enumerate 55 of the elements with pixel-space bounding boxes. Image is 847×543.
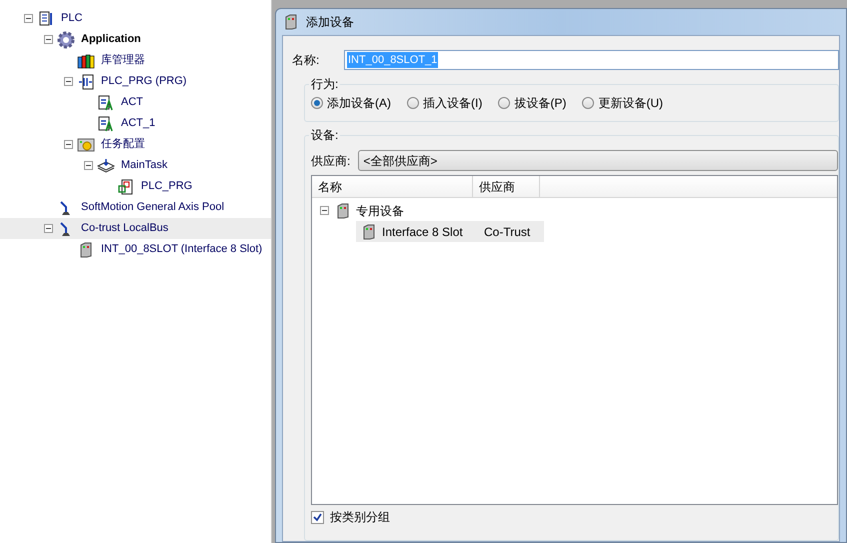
gear-icon bbox=[57, 30, 75, 48]
tree-item[interactable]: PLC_PRG (PRG) bbox=[98, 71, 190, 92]
radio-label: 添加设备(A) bbox=[327, 95, 391, 112]
radio-label: 插入设备(I) bbox=[423, 95, 482, 112]
document-icon bbox=[38, 10, 54, 26]
radio-button[interactable] bbox=[407, 97, 419, 109]
device-icon bbox=[362, 224, 376, 240]
collapse-toggle[interactable] bbox=[44, 35, 52, 44]
program-call-icon bbox=[118, 178, 134, 194]
tree-item[interactable]: SoftMotion General Axis Pool bbox=[78, 197, 228, 218]
tree-item[interactable]: PLC_PRG bbox=[138, 176, 196, 197]
books-icon bbox=[77, 52, 95, 68]
tree-item[interactable]: 库管理器 bbox=[98, 50, 148, 71]
tree-item[interactable]: ACT_1 bbox=[118, 113, 158, 134]
tree-item[interactable]: MainTask bbox=[118, 155, 170, 176]
collapse-toggle[interactable] bbox=[44, 224, 52, 233]
tree-item[interactable]: ACT bbox=[118, 92, 146, 113]
layers-icon bbox=[97, 158, 115, 174]
collapse-toggle[interactable] bbox=[64, 140, 72, 149]
device-icon bbox=[79, 242, 93, 258]
radio-button[interactable] bbox=[582, 97, 594, 109]
axis-icon bbox=[59, 220, 73, 236]
vendor-dropdown[interactable]: <全部供应商> bbox=[358, 150, 838, 171]
collapse-toggle[interactable] bbox=[64, 77, 72, 86]
program-icon bbox=[78, 74, 94, 90]
dialog-title: 添加设备 bbox=[306, 14, 354, 31]
axis-icon bbox=[59, 200, 73, 216]
collapse-toggle[interactable] bbox=[320, 206, 328, 215]
radio-label: 更新设备(U) bbox=[598, 95, 663, 112]
tree-item[interactable]: PLC bbox=[58, 8, 86, 29]
device-name: 专用设备 bbox=[356, 202, 404, 220]
column-header[interactable]: 名称 bbox=[312, 176, 473, 197]
vendor-label: 供应商: bbox=[311, 152, 350, 170]
tree-item[interactable]: INT_00_8SLOT (Interface 8 Slot) bbox=[98, 239, 266, 260]
group-label: 行为: bbox=[309, 76, 340, 92]
radio-button[interactable] bbox=[311, 97, 323, 109]
column-header[interactable]: 供应商 bbox=[473, 176, 540, 197]
device-row[interactable]: Interface 8 Slot Co-Trust bbox=[356, 221, 544, 242]
device-name: Interface 8 Slot bbox=[382, 224, 464, 240]
device-icon bbox=[284, 14, 298, 30]
vendor-name: Co-Trust bbox=[484, 224, 532, 240]
tree-item[interactable]: 任务配置 bbox=[98, 134, 148, 155]
collapse-toggle[interactable] bbox=[84, 161, 92, 170]
radio-label: 拔设备(P) bbox=[514, 95, 566, 112]
tree-item[interactable]: Application bbox=[78, 29, 144, 50]
device-icon bbox=[336, 202, 350, 218]
radio-button[interactable] bbox=[498, 97, 510, 109]
action-icon bbox=[98, 94, 114, 110]
name-label: 名称: bbox=[292, 52, 320, 69]
group-label: 设备: bbox=[309, 127, 340, 143]
checkbox-label: 按类别分组 bbox=[330, 509, 390, 526]
collapse-toggle[interactable] bbox=[24, 14, 32, 23]
task-config-icon bbox=[77, 136, 95, 152]
checkbox[interactable] bbox=[311, 510, 324, 524]
action-icon bbox=[98, 116, 114, 132]
